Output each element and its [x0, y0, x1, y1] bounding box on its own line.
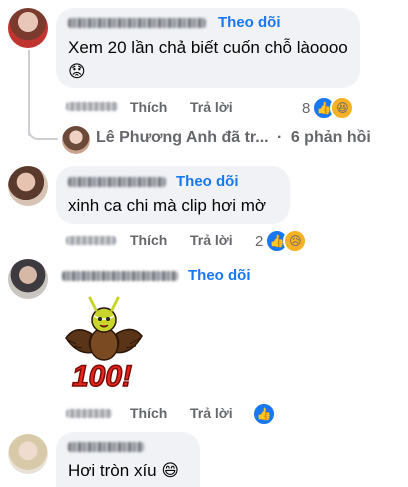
follow-button[interactable]: Theo dõi: [218, 14, 281, 31]
reaction-summary[interactable]: 👍: [252, 402, 276, 426]
commenter-name[interactable]: [68, 442, 144, 452]
separator-dot: ·: [277, 129, 283, 146]
like-action[interactable]: Thích: [130, 405, 167, 421]
haha-icon: 😆: [330, 96, 355, 120]
reply-avatar[interactable]: [62, 126, 90, 154]
reply-action[interactable]: Trả lời: [190, 405, 233, 421]
smile-emoji: 😄: [161, 461, 180, 480]
worried-emoji: 😟: [68, 62, 86, 81]
commenter-name[interactable]: [68, 18, 206, 28]
like-icon: 👍: [252, 402, 276, 426]
comment-time: [66, 102, 118, 111]
like-action[interactable]: Thích: [130, 232, 167, 248]
follow-button[interactable]: Theo dõi: [176, 173, 239, 190]
comment-text: Hơi tròn xíu 😄: [68, 461, 180, 480]
reply-summary-link[interactable]: Lê Phương Anh đã tr... · 6 phản hồi: [96, 129, 371, 147]
follow-button[interactable]: Theo dõi: [188, 267, 251, 284]
eagle-sticker-icon: 100!: [65, 296, 143, 394]
reaction-count: 8: [302, 99, 311, 117]
eagle-100-sticker[interactable]: 100!: [58, 294, 148, 394]
thread-connector: [28, 124, 58, 140]
commenter-name[interactable]: [68, 177, 166, 187]
reply-author: Lê Phương Anh đã tr...: [96, 129, 269, 146]
commenter-avatar[interactable]: [8, 166, 48, 206]
reply-action[interactable]: Trả lời: [190, 99, 233, 115]
commenter-avatar[interactable]: [8, 259, 48, 299]
like-action[interactable]: Thích: [130, 99, 167, 115]
commenter-avatar[interactable]: [8, 8, 48, 48]
sticker-text: 100!: [72, 360, 132, 393]
sad-icon: 😥: [283, 229, 308, 253]
reaction-summary[interactable]: 8 👍 😆: [302, 96, 355, 120]
commenter-avatar[interactable]: [8, 434, 48, 474]
comment-text: Xem 20 lần chả biết cuốn chỗ làoooo 😟: [68, 38, 348, 81]
comment-time: [66, 236, 116, 245]
reply-count: 6 phản hồi: [290, 129, 371, 146]
reaction-count: 2: [255, 232, 264, 250]
reaction-summary[interactable]: 2 👍 😥: [255, 229, 308, 253]
reply-action[interactable]: Trả lời: [190, 232, 233, 248]
comment-text: xinh ca chi mà clip hơi mờ: [68, 196, 267, 215]
commenter-name[interactable]: [62, 271, 178, 281]
comment-time: [66, 409, 112, 418]
